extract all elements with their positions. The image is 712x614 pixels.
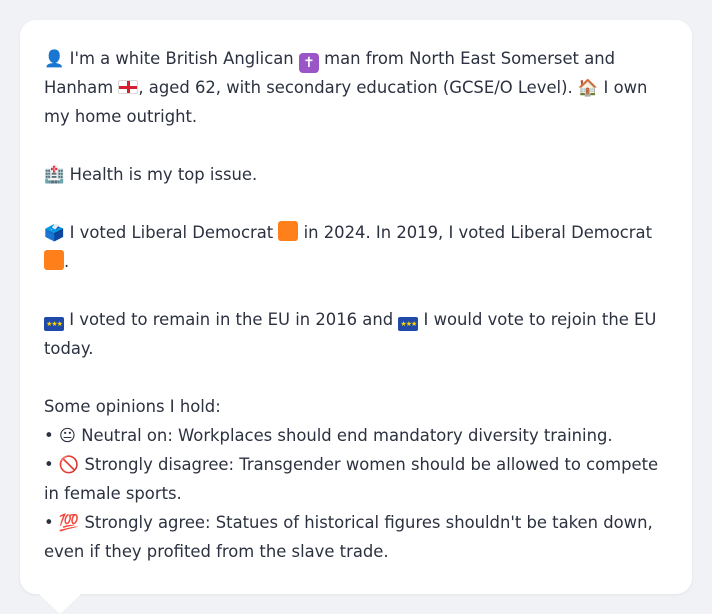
intro-paragraph: 👤 I'm a white British Anglican ✝ man fro… <box>44 44 672 131</box>
ballot-box-icon: 🗳️ <box>44 223 65 242</box>
opinion-text: Strongly agree: Statues of historical fi… <box>44 513 653 561</box>
house-icon: 🏠 <box>577 78 599 97</box>
bullet: • <box>44 426 54 445</box>
speech-bubble-tail <box>38 593 82 614</box>
opinion-item: • 😐 Neutral on: Workplaces should end ma… <box>44 421 672 450</box>
hundred-points-icon: 💯 <box>58 513 80 532</box>
bullet: • <box>44 513 54 532</box>
opinion-text: Strongly disagree: Transgender women sho… <box>44 455 659 503</box>
opinion-item: • 🚫 Strongly disagree: Transgender women… <box>44 450 672 508</box>
opinions-heading: Some opinions I hold: <box>44 397 221 416</box>
vote-paragraph: 🗳️ I voted Liberal Democrat in 2024. In … <box>44 218 672 276</box>
bullet: • <box>44 455 54 474</box>
latin-cross-icon: ✝ <box>298 53 319 73</box>
hospital-icon: 🏥 <box>44 165 65 184</box>
opinion-item: • 💯 Strongly agree: Statues of historica… <box>44 508 672 566</box>
opinion-text: Neutral on: Workplaces should end mandat… <box>75 426 613 445</box>
health-paragraph: 🏥 Health is my top issue. <box>44 160 672 189</box>
person-icon: 👤 <box>44 49 65 68</box>
eu-text-1: I voted to remain in the EU in 2016 and <box>64 310 399 329</box>
vote-text-3: . <box>64 252 70 271</box>
eu-flag-icon: ★★★ <box>44 317 64 331</box>
intro-text-1: I'm a white British Anglican <box>64 49 299 68</box>
neutral-face-icon: 😐 <box>58 426 76 445</box>
vote-text-1: I voted Liberal Democrat <box>64 223 279 242</box>
orange-square-icon <box>44 250 64 270</box>
eu-flag-icon: ★★★ <box>398 317 419 331</box>
orange-square-icon <box>278 221 299 241</box>
prohibited-icon: 🚫 <box>58 455 80 474</box>
chat-message-bubble: 👤 I'm a white British Anglican ✝ man fro… <box>20 20 692 594</box>
england-flag-icon <box>118 80 139 94</box>
eu-paragraph: ★★★ I voted to remain in the EU in 2016 … <box>44 305 672 363</box>
health-text: Health is my top issue. <box>64 165 258 184</box>
intro-text-3: , aged 62, with secondary education (GCS… <box>138 78 578 97</box>
vote-text-2: in 2024. In 2019, I voted Liberal Democr… <box>298 223 652 242</box>
